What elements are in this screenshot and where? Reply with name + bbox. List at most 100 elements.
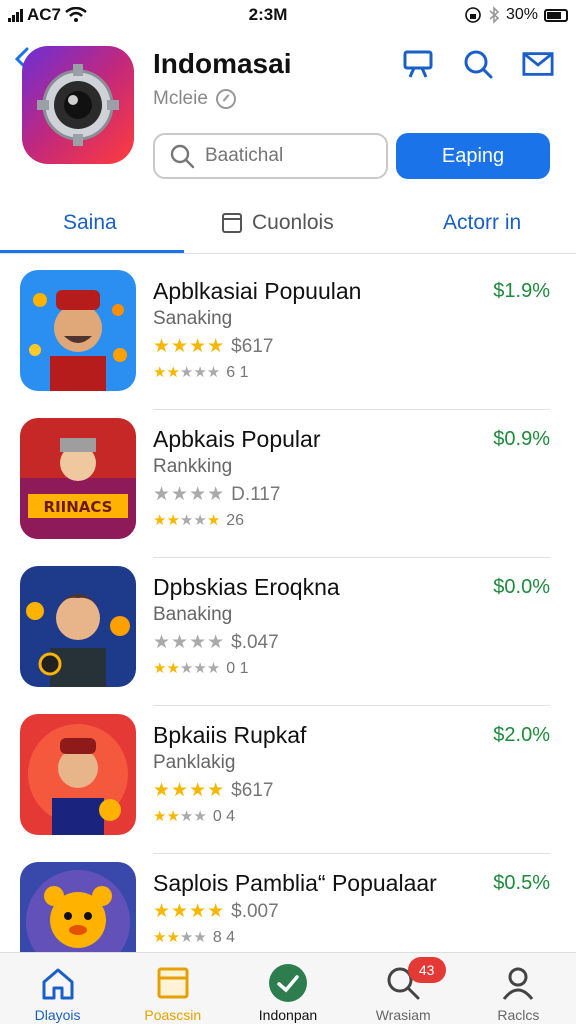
list-item[interactable]: RIINACS Apbkais Popular Rankking ★★★★ D.1… <box>0 410 576 558</box>
tab-cuonlois[interactable]: Cuonlois <box>222 193 334 253</box>
status-time: 2:3M <box>248 5 288 24</box>
app-price: $2.0% <box>493 724 550 746</box>
review-count: 0 4 <box>212 807 236 825</box>
tab-actorr[interactable]: Actorr in <box>443 193 521 253</box>
nav-apps[interactable]: Poascsin <box>115 953 230 1024</box>
page-subtitle: Mcleie <box>153 88 236 110</box>
display-icon[interactable] <box>402 48 434 80</box>
review-row: ★★★★ 0 4 <box>153 807 235 826</box>
tab-saina[interactable]: Saina <box>63 193 117 253</box>
nav-check[interactable]: Indonpan <box>230 953 345 1024</box>
status-right: 30% <box>408 6 568 24</box>
camera-lens-icon <box>37 64 119 146</box>
app-icon <box>22 46 134 164</box>
search-icon[interactable] <box>462 48 494 80</box>
header-actions <box>402 48 554 80</box>
star-rating-icon: ★★★★ <box>153 632 226 653</box>
nav-home[interactable]: Dlayois <box>0 953 115 1024</box>
compass-icon <box>215 89 236 109</box>
nav-label: Poascsin <box>144 1007 202 1023</box>
wifi-icon <box>65 7 87 22</box>
app-name: Dpbskias Eroqkna <box>153 574 340 600</box>
list-item[interactable]: Apblkasiai Popuulan Sanaking ★★★★ $617 ★★… <box>0 262 576 410</box>
small-star-icons: ★★★★★ <box>153 660 221 677</box>
small-star-icons: ★★★★ <box>153 929 207 946</box>
tab-bar: Saina Cuonlois Actorr in <box>0 192 576 254</box>
review-count: 6 1 <box>226 363 249 381</box>
search-icon <box>170 144 195 169</box>
app-category: Sanaking <box>153 308 233 329</box>
rating-row: ★★★★ $.047 <box>153 631 279 654</box>
review-row: ★★★★ 8 4 <box>153 928 235 947</box>
subtitle-text: Mcleie <box>153 88 208 109</box>
rating-text: D.117 <box>231 483 281 505</box>
star-rating-icon: ★★★★ <box>153 484 226 505</box>
app-category: Panklakig <box>153 752 236 773</box>
battery-icon <box>544 8 568 22</box>
signal-icon <box>8 8 23 22</box>
review-row: ★★★★★ 6 1 <box>153 363 249 382</box>
app-price: $0.9% <box>493 428 550 450</box>
review-row: ★★★★★ 0 1 <box>153 659 249 678</box>
rating-text: $.007 <box>231 900 279 922</box>
app-category: Banaking <box>153 604 233 625</box>
check-circle-icon <box>268 963 308 1003</box>
app-thumbnail <box>20 270 136 391</box>
app-name: Apbkais Popular <box>153 426 321 452</box>
small-star-icons: ★★★★★ <box>153 364 221 381</box>
nav-profile[interactable]: Raclcs <box>461 953 576 1024</box>
small-star-icons: ★★★★★ <box>153 512 221 529</box>
bottom-navigation: Dlayois Poascsin Indonpan 43 Wrasiam Rac… <box>0 952 576 1024</box>
app-thumbnail <box>20 566 136 687</box>
rating-text: $.047 <box>231 631 279 653</box>
user-icon <box>498 963 538 1003</box>
battery-percent: 30% <box>505 6 538 23</box>
rating-text: $617 <box>231 779 274 801</box>
app-category: Rankking <box>153 456 233 477</box>
calendar-icon <box>222 212 242 233</box>
bluetooth-icon <box>489 6 500 24</box>
app-name: Bpkaiis Rupkaf <box>153 722 307 748</box>
notification-badge: 43 <box>407 957 446 983</box>
primary-action-button[interactable]: Eaping <box>396 133 550 179</box>
app-name: Saplois Pamblia“ Popualaar <box>153 870 437 896</box>
review-count: 8 4 <box>212 928 236 946</box>
rating-row: ★★★★ D.117 <box>153 483 280 506</box>
tab-label: Saina <box>63 210 117 234</box>
active-tab-indicator <box>0 250 184 253</box>
lock-rotation-icon <box>465 7 481 23</box>
small-star-icons: ★★★★ <box>153 808 207 825</box>
list-item[interactable]: Dpbskias Eroqkna Banaking ★★★★ $.047 ★★★★… <box>0 558 576 706</box>
svg-text:RIINACS: RIINACS <box>44 498 113 516</box>
rating-row: ★★★★ $.007 <box>153 900 279 923</box>
app-thumbnail: RIINACS <box>20 418 136 539</box>
mail-icon[interactable] <box>522 48 554 80</box>
nav-label: Raclcs <box>497 1007 540 1023</box>
star-rating-icon: ★★★★ <box>153 780 226 801</box>
nav-label: Wrasiam <box>375 1007 431 1023</box>
app-list: Apblkasiai Popuulan Sanaking ★★★★ $617 ★★… <box>0 262 576 1002</box>
rating-text: $617 <box>231 335 274 357</box>
tab-label: Cuonlois <box>252 210 334 234</box>
review-row: ★★★★★ 26 <box>153 511 244 530</box>
list-item[interactable]: Bpkaiis Rupkaf Panklakig ★★★★ $617 ★★★★ 0 … <box>0 706 576 854</box>
nav-label: Indonpan <box>258 1007 318 1023</box>
carrier-label: AC7 <box>27 5 62 24</box>
folder-icon <box>153 963 193 1003</box>
page-title: Indomasai <box>153 48 292 79</box>
nav-search[interactable]: 43 Wrasiam <box>346 953 461 1024</box>
nav-label: Dlayois <box>34 1007 81 1023</box>
app-thumbnail <box>20 714 136 835</box>
search-field[interactable] <box>153 133 388 179</box>
app-price: $0.0% <box>493 576 550 598</box>
review-count: 0 1 <box>226 659 249 677</box>
rating-row: ★★★★ $617 <box>153 779 273 802</box>
search-input[interactable] <box>205 145 375 167</box>
rating-row: ★★★★ $617 <box>153 335 273 358</box>
tab-label: Actorr in <box>443 210 522 234</box>
status-bar: AC7 2:3M 30% <box>0 0 576 30</box>
review-count: 26 <box>226 511 245 529</box>
app-price: $1.9% <box>493 280 550 302</box>
star-rating-icon: ★★★★ <box>153 336 226 357</box>
home-icon <box>38 963 78 1003</box>
